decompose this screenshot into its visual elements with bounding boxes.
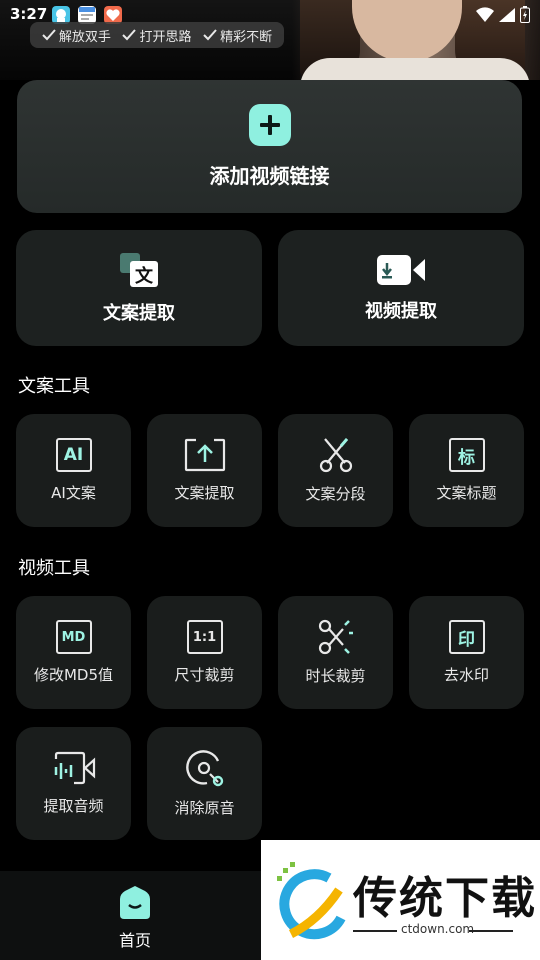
- translate-text-icon: 文: [120, 253, 158, 287]
- tool-remove-watermark[interactable]: 印 去水印: [409, 596, 524, 709]
- md5-icon: MD: [55, 620, 92, 654]
- title-icon: 标: [448, 438, 485, 472]
- wifi-icon: [476, 6, 494, 22]
- scissors-icon: [319, 438, 352, 473]
- plus-icon: [248, 104, 291, 146]
- ratio-icon: 1:1: [186, 620, 223, 654]
- tool-label: 文案分段: [305, 485, 366, 503]
- check-icon: [122, 29, 137, 41]
- signal-icon: [499, 7, 515, 22]
- tool-copy-extract[interactable]: 文案提取: [147, 414, 262, 527]
- scissors-clock-icon: [318, 619, 353, 655]
- tool-duration-crop[interactable]: 时长裁剪: [278, 596, 393, 709]
- svg-text:文: 文: [135, 265, 154, 287]
- tool-label: 时长裁剪: [305, 667, 366, 685]
- tool-extract-audio[interactable]: 提取音频: [16, 727, 131, 840]
- video-extract-label: 视频提取: [365, 301, 437, 322]
- watermark-url: ctdown.com: [401, 922, 475, 936]
- status-time: 3:27: [10, 5, 48, 23]
- home-icon: [120, 886, 150, 919]
- nav-home-label: 首页: [118, 931, 151, 950]
- copy-extract-button[interactable]: 文 文案提取: [16, 230, 262, 346]
- tool-size-crop[interactable]: 1:1 尺寸裁剪: [147, 596, 262, 709]
- tool-label: 提取音频: [43, 797, 104, 815]
- add-video-link-button[interactable]: 添加视频链接: [17, 80, 522, 213]
- stamp-icon: 印: [448, 620, 485, 654]
- audio-video-icon: [54, 751, 95, 785]
- tool-copy-title[interactable]: 标 文案标题: [409, 414, 524, 527]
- upload-box-icon: [184, 438, 225, 472]
- battery-icon: [520, 6, 530, 23]
- feature-item: 解放双手: [42, 26, 111, 45]
- feature-item: 打开思路: [122, 26, 191, 45]
- tool-remove-original-audio[interactable]: 消除原音: [147, 727, 262, 840]
- video-extract-button[interactable]: 视频提取: [278, 230, 524, 346]
- mute-audio-icon: [185, 750, 223, 787]
- check-icon: [203, 29, 217, 41]
- feature-item: 精彩不断: [203, 26, 272, 45]
- add-video-link-label: 添加视频链接: [209, 164, 330, 188]
- tool-label: AI文案: [51, 484, 96, 502]
- tool-ai-copy[interactable]: AI AI文案: [16, 414, 131, 527]
- feature-strip: 解放双手 打开思路 精彩不断: [30, 22, 284, 48]
- video-tools-title: 视频工具: [18, 558, 90, 579]
- tool-label: 消除原音: [174, 799, 235, 817]
- tool-modify-md5[interactable]: MD 修改MD5值: [16, 596, 131, 709]
- tool-label: 修改MD5值: [33, 666, 114, 684]
- tool-label: 尺寸裁剪: [174, 666, 235, 684]
- tool-copy-segment[interactable]: 文案分段: [278, 414, 393, 527]
- watermark-logo: [277, 862, 346, 940]
- video-download-icon: [377, 255, 425, 285]
- watermark-text: 传统下载: [353, 873, 537, 924]
- tool-label: 去水印: [443, 666, 489, 684]
- copy-tools-title: 文案工具: [18, 376, 90, 397]
- watermark: 传统下载 ctdown.com: [261, 840, 540, 960]
- check-icon: [42, 29, 56, 41]
- tool-label: 文案提取: [174, 484, 235, 502]
- ai-icon: AI: [55, 438, 92, 472]
- copy-extract-label: 文案提取: [103, 303, 175, 324]
- tool-label: 文案标题: [436, 484, 497, 502]
- nav-home[interactable]: 首页: [96, 885, 174, 951]
